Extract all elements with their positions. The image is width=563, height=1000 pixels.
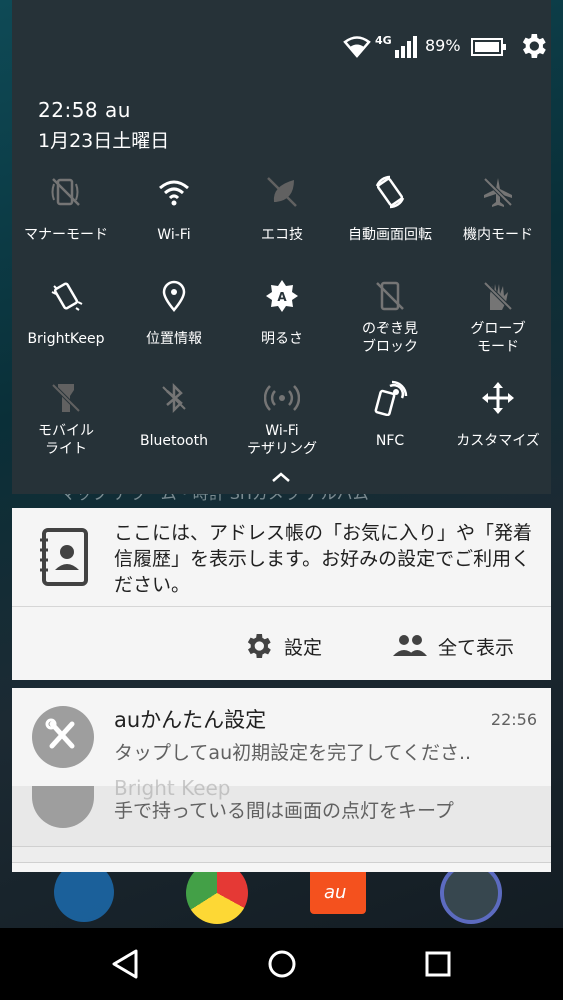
back-icon[interactable]	[108, 946, 144, 982]
wifi-status-icon	[343, 36, 371, 58]
gear-icon	[247, 634, 271, 658]
battery-percent: 89%	[425, 36, 461, 55]
tile-label: BrightKeep	[27, 331, 105, 347]
navigation-bar	[0, 928, 563, 1000]
tile-auto-rotate[interactable]: 自動画面回転	[336, 170, 444, 270]
auto-rotate-icon	[375, 175, 405, 209]
tools-icon	[45, 718, 75, 749]
signal-icon: 4G	[375, 34, 417, 58]
people-icon	[393, 635, 427, 656]
location-icon	[162, 280, 186, 312]
peek-block-icon	[376, 281, 404, 311]
contacts-notification-message: ここには、アドレス帳の「お気に入り」や「発着信履歴」を表示します。お好みの設定で…	[114, 522, 533, 596]
recent-apps-icon[interactable]	[424, 946, 452, 982]
tile-customize[interactable]: カスタマイズ	[444, 376, 552, 476]
flashlight-icon	[51, 383, 81, 413]
tile-label: Bluetooth	[140, 433, 208, 449]
home-icon[interactable]	[266, 946, 298, 982]
battery-icon	[471, 38, 506, 56]
tile-glove[interactable]: グローブ モード	[444, 274, 552, 374]
tile-peek-block[interactable]: のぞき見 ブロック	[336, 274, 444, 374]
au-setup-notification[interactable]: auかんたん設定 22:56 タップしてau初期設定を完了してくださ..	[12, 688, 551, 786]
tile-label: Wi-Fi テザリング	[247, 423, 317, 457]
au-setup-title: auかんたん設定	[114, 708, 267, 732]
wifi-icon	[159, 180, 189, 206]
brightness-icon: A	[266, 280, 298, 312]
tile-tethering[interactable]: Wi-Fi テザリング	[228, 376, 336, 476]
tile-brightness[interactable]: A 明るさ	[228, 274, 336, 374]
clock-carrier: 22:58 au	[38, 98, 131, 122]
tile-label: マナーモード	[24, 227, 108, 243]
tile-label: カスタマイズ	[456, 433, 540, 449]
tile-label: 明るさ	[261, 331, 303, 347]
tile-manner-mode[interactable]: マナーモード	[12, 170, 120, 270]
date-label: 1月23日土曜日	[38, 130, 170, 152]
tile-label: エコ技	[261, 227, 303, 243]
eco-icon	[267, 177, 297, 207]
show-all-action-label: 全て表示	[438, 636, 515, 659]
tile-eco[interactable]: エコ技	[228, 170, 336, 270]
address-book-icon	[40, 528, 88, 586]
brightkeep-notification[interactable]: Bright Keep 手で持っている間は画面の点灯をキープ	[12, 776, 551, 846]
tile-label: Wi-Fi	[157, 227, 191, 243]
au-setup-body: タップしてau初期設定を完了してくださ..	[114, 742, 472, 764]
au-app-label: au	[324, 882, 347, 903]
status-bar: 4G 89%	[291, 24, 551, 68]
contacts-settings-action[interactable]: 設定	[242, 628, 322, 664]
contacts-show-all-action[interactable]: 全て表示	[392, 628, 514, 664]
tile-airplane[interactable]: 機内モード	[444, 170, 552, 270]
svg-text:A: A	[277, 290, 287, 304]
brightkeep-body: 手で持っている間は画面の点灯をキープ	[114, 800, 454, 822]
network-type-label: 4G	[375, 34, 392, 47]
tile-label: モバイル ライト	[38, 423, 94, 457]
tile-bluetooth[interactable]: Bluetooth	[120, 376, 228, 476]
notification-divider	[12, 606, 551, 607]
tile-flashlight[interactable]: モバイル ライト	[12, 376, 120, 476]
tile-label: グローブ モード	[470, 321, 526, 355]
au-setup-time: 22:56	[490, 710, 537, 729]
tile-label: 自動画面回転	[348, 227, 432, 243]
tethering-icon	[264, 385, 300, 411]
tile-nfc[interactable]: NFC	[336, 376, 444, 476]
tile-label: 機内モード	[463, 227, 533, 243]
settings-action-label: 設定	[284, 636, 323, 659]
nfc-icon	[374, 380, 408, 416]
quick-settings-panel: 4G 89% 22:58 au 1月23日土曜日 マナーモード Wi-Fi エコ…	[12, 0, 551, 494]
stacked-notification-edge	[12, 862, 551, 872]
collapse-chevron-icon[interactable]	[270, 470, 292, 484]
tile-location[interactable]: 位置情報	[120, 274, 228, 374]
contacts-notification[interactable]: ここには、アドレス帳の「お気に入り」や「発着信履歴」を表示します。お好みの設定で…	[12, 508, 551, 680]
settings-gear-icon[interactable]	[517, 30, 549, 62]
tile-label: のぞき見 ブロック	[362, 321, 418, 355]
glove-icon	[483, 281, 513, 311]
tile-label: NFC	[375, 433, 405, 449]
au-setup-avatar	[32, 706, 94, 768]
brightkeep-icon	[51, 282, 83, 311]
airplane-icon	[483, 177, 513, 207]
tile-label: 位置情報	[146, 331, 202, 347]
customize-icon	[482, 382, 514, 414]
tile-brightkeep[interactable]: BrightKeep	[12, 274, 120, 374]
tile-wifi[interactable]: Wi-Fi	[120, 170, 228, 270]
manner-mode-icon	[51, 178, 80, 206]
brightkeep-avatar	[32, 786, 94, 828]
bluetooth-icon	[162, 382, 186, 414]
